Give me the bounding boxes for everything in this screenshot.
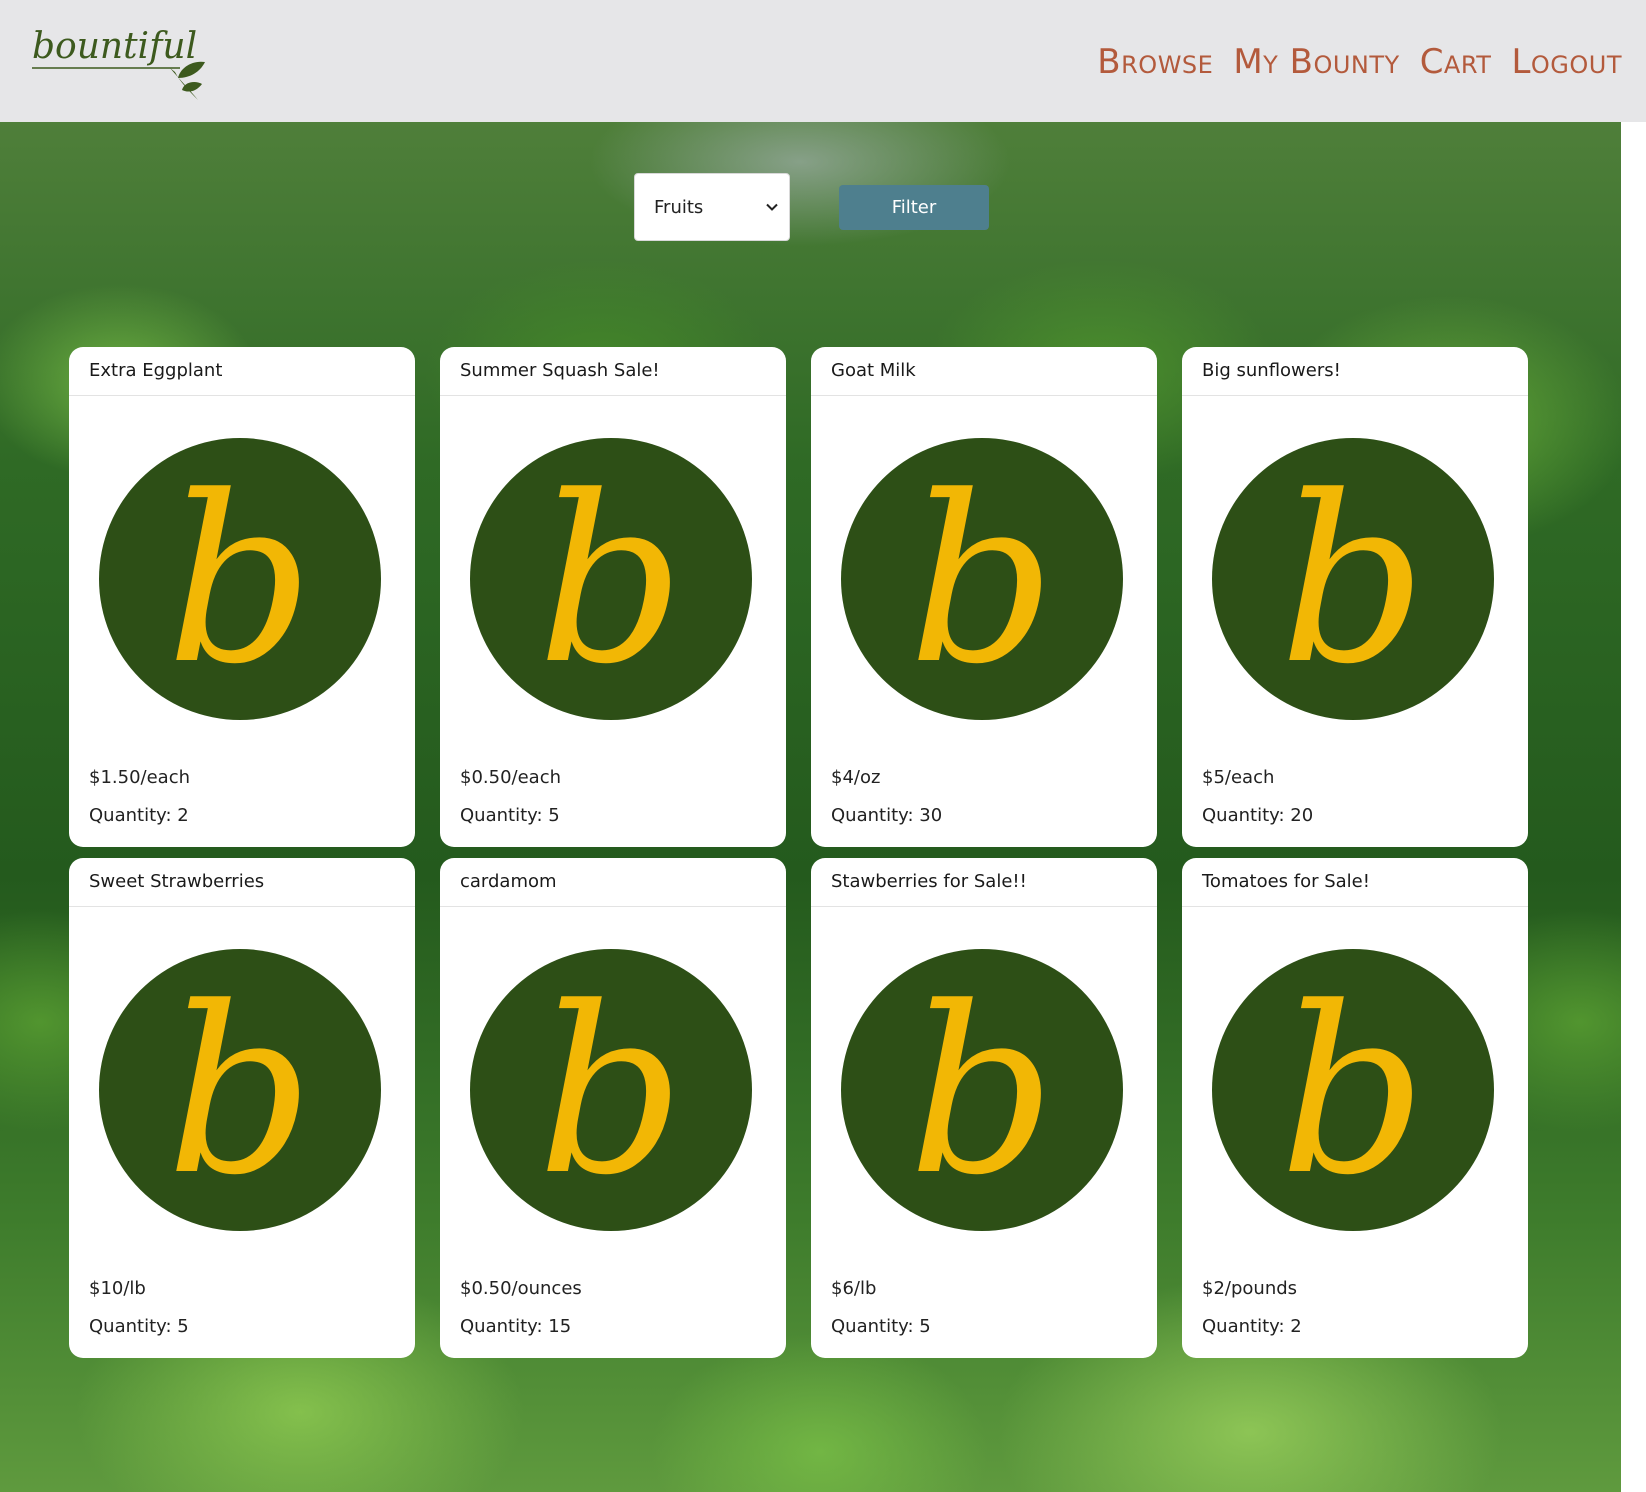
filter-button[interactable]: Filter: [839, 184, 989, 230]
bountiful-b-logo-icon: b: [841, 949, 1123, 1231]
listing-card[interactable]: Stawberries for Sale!! b $6/lb Quantity: 5: [811, 858, 1157, 1358]
listing-quantity: Quantity: 5: [89, 1316, 189, 1337]
listing-price: $2/pounds: [1202, 1278, 1298, 1299]
listing-title: Extra Eggplant: [69, 347, 415, 396]
listing-quantity: Quantity: 2: [89, 805, 189, 826]
svg-text:b: b: [537, 959, 684, 1226]
svg-text:b: b: [908, 959, 1055, 1226]
listing-quantity: Quantity: 2: [1202, 1316, 1302, 1337]
chevron-down-icon: [766, 203, 778, 211]
listing-quantity: Quantity: 5: [460, 805, 560, 826]
listing-title: Big sunflowers!: [1182, 347, 1528, 396]
listing-card[interactable]: Goat Milk b $4/oz Quantity: 30: [811, 347, 1157, 847]
listing-quantity: Quantity: 5: [831, 1316, 931, 1337]
bountiful-b-logo-icon: b: [1212, 438, 1494, 720]
listing-price: $4/oz: [831, 767, 881, 788]
svg-text:b: b: [537, 448, 684, 715]
bountiful-b-logo-icon: b: [470, 949, 752, 1231]
svg-text:b: b: [166, 959, 313, 1226]
page-edge: [1621, 122, 1646, 1492]
listing-title: Summer Squash Sale!: [440, 347, 786, 396]
listing-quantity: Quantity: 15: [460, 1316, 572, 1337]
nav-logout[interactable]: Logout: [1511, 42, 1622, 82]
listing-title: Tomatoes for Sale!: [1182, 858, 1528, 907]
listing-quantity: Quantity: 20: [1202, 805, 1314, 826]
bountiful-b-logo-icon: b: [99, 438, 381, 720]
category-select[interactable]: Fruits: [634, 173, 790, 241]
listing-price: $1.50/each: [89, 767, 191, 788]
listing-title: cardamom: [440, 858, 786, 907]
nav-my-bounty[interactable]: My Bounty: [1233, 42, 1399, 82]
listing-quantity: Quantity: 30: [831, 805, 943, 826]
listing-price: $10/lb: [89, 1278, 146, 1299]
svg-text:b: b: [1279, 448, 1426, 715]
listing-price: $0.50/ounces: [460, 1278, 582, 1299]
main-nav: Browse My Bounty Cart Logout: [1097, 42, 1622, 82]
svg-text:b: b: [166, 448, 313, 715]
listing-price: $0.50/each: [460, 767, 562, 788]
svg-text:b: b: [908, 448, 1055, 715]
bountiful-b-logo-icon: b: [841, 438, 1123, 720]
listing-card[interactable]: cardamom b $0.50/ounces Quantity: 15: [440, 858, 786, 1358]
svg-text:b: b: [1279, 959, 1426, 1226]
nav-cart[interactable]: Cart: [1420, 42, 1492, 82]
category-select-value: Fruits: [654, 196, 704, 218]
bountiful-b-logo-icon: b: [1212, 949, 1494, 1231]
bountiful-b-logo-icon: b: [99, 949, 381, 1231]
logo-text: bountiful: [32, 26, 197, 67]
listing-title: Goat Milk: [811, 347, 1157, 396]
listing-card[interactable]: Big sunflowers! b $5/each Quantity: 20: [1182, 347, 1528, 847]
listing-card[interactable]: Extra Eggplant b $1.50/each Quantity: 2: [69, 347, 415, 847]
listing-price: $5/each: [1202, 767, 1275, 788]
listing-price: $6/lb: [831, 1278, 877, 1299]
bountiful-b-logo-icon: b: [470, 438, 752, 720]
top-nav-bar: bountiful Browse My Bounty Cart Logout: [0, 0, 1646, 122]
bountiful-logo[interactable]: bountiful: [30, 20, 210, 105]
nav-browse[interactable]: Browse: [1097, 42, 1213, 82]
listing-card[interactable]: Summer Squash Sale! b $0.50/each Quantity: …: [440, 347, 786, 847]
listing-card[interactable]: Tomatoes for Sale! b $2/pounds Quantity: 2: [1182, 858, 1528, 1358]
listing-title: Stawberries for Sale!!: [811, 858, 1157, 907]
listing-card[interactable]: Sweet Strawberries b $10/lb Quantity: 5: [69, 858, 415, 1358]
listing-title: Sweet Strawberries: [69, 858, 415, 907]
filter-bar: Fruits Filter: [634, 173, 989, 241]
